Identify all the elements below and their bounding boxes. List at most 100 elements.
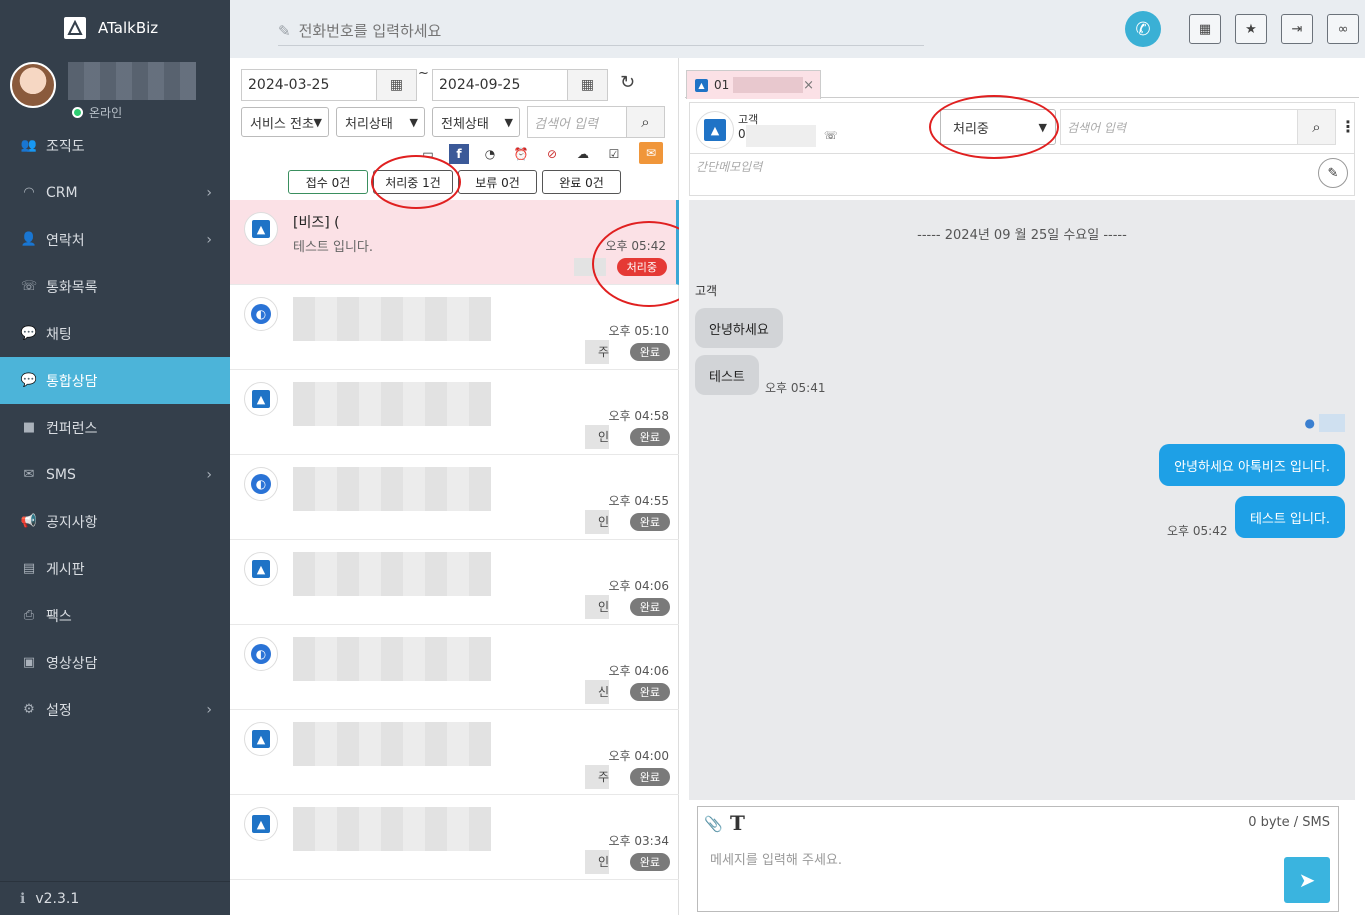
status-hold-button[interactable]: 보류 0건 xyxy=(458,170,537,194)
avatar[interactable] xyxy=(10,62,56,108)
pencil-icon[interactable]: ✎ xyxy=(1318,158,1348,188)
dialpad-button[interactable]: ▦ xyxy=(1189,14,1221,44)
checklist-icon[interactable]: ☑ xyxy=(604,144,624,164)
envelope-icon[interactable]: ✉ xyxy=(639,142,663,164)
voicemail-icon: ∞ xyxy=(1337,21,1349,37)
message-text: 테스트 입니다. xyxy=(1249,511,1330,527)
more-options-icon[interactable]: ⋮ xyxy=(1340,117,1356,136)
sidebar-item-10[interactable]: ⎙ 팩스 xyxy=(0,592,230,639)
sidebar-item-5[interactable]: 💬 통합상담 xyxy=(0,357,230,404)
message-input[interactable]: 메세지를 입력해 주세요. xyxy=(710,849,842,868)
message-composer[interactable]: 📎 T 0 byte / SMS 메세지를 입력해 주세요. ➤ xyxy=(697,806,1339,912)
list-item[interactable]: ◐ 신 오후 04:06 완료 xyxy=(230,625,679,710)
grid-icon: ▦ xyxy=(1198,21,1212,37)
status-received-button[interactable]: 접수 0건 xyxy=(288,170,368,194)
sidebar-item-label: 연락처 xyxy=(46,232,85,249)
facebook-icon[interactable]: f xyxy=(449,144,469,164)
all-status-select[interactable]: 전체상태 ▼ xyxy=(432,107,520,137)
consultation-list: ▲ [비즈] (테스트 입니다. 오후 05:42 처리중 ◐ 주 오후 05:10 완료 ▲ 인… xyxy=(230,200,679,880)
cloud-upload-icon[interactable]: ☁ xyxy=(573,144,593,164)
phone-icon[interactable]: ☏ xyxy=(824,129,838,142)
profile[interactable]: 온라인 xyxy=(0,56,230,122)
blocked-icon[interactable]: ⊘ xyxy=(542,144,562,164)
sidebar-item-2[interactable]: 👤 연락처 › xyxy=(0,216,230,263)
search-icon[interactable]: ⌕ xyxy=(1297,110,1335,144)
paperclip-icon[interactable]: 📎 xyxy=(704,815,723,833)
channel-avatar: ▲ xyxy=(244,807,278,841)
sidebar-item-9[interactable]: ▤ 게시판 xyxy=(0,545,230,592)
redacted-content xyxy=(293,382,491,426)
calendar-icon[interactable]: ▦ xyxy=(567,70,607,100)
list-item-time: 오후 04:06 xyxy=(608,664,669,678)
sidebar-item-label: CRM xyxy=(46,184,78,201)
call-button[interactable]: ✆ xyxy=(1125,11,1161,47)
sidebar-item-12[interactable]: ⚙ 설정 › xyxy=(0,686,230,733)
voicemail-button[interactable]: ∞ xyxy=(1327,14,1359,44)
sidebar-item-label: 통합상담 xyxy=(46,373,98,390)
service-select[interactable]: 서비스 전초 ▼ xyxy=(241,107,329,137)
document-channel-icon[interactable]: ◔ xyxy=(480,144,500,164)
close-icon[interactable]: × xyxy=(803,78,814,93)
message-bubble-incoming: 테스트 xyxy=(695,355,759,395)
favorites-button[interactable]: ★ xyxy=(1235,14,1267,44)
brand[interactable]: ATalkBiz xyxy=(0,0,230,56)
status-done-button[interactable]: 완료 0건 xyxy=(542,170,621,194)
list-item[interactable]: ▲ [비즈] (테스트 입니다. 오후 05:42 처리중 xyxy=(230,200,679,285)
redacted-content xyxy=(293,637,491,681)
chat-tab[interactable]: ▲ 01 × xyxy=(686,70,821,99)
search-icon[interactable]: ⌕ xyxy=(626,107,664,137)
sidebar-item-label: SMS xyxy=(46,466,76,483)
date-from[interactable]: 2024-03-25 ▦ xyxy=(241,69,417,101)
alarm-icon[interactable]: ⏰ xyxy=(511,144,531,164)
online-dot-icon xyxy=(72,107,83,118)
message-text: 안녕하세요 아톡비즈 입니다. xyxy=(1174,459,1330,475)
chat-status-select[interactable]: 처리중 ▼ xyxy=(940,109,1056,145)
list-item-time: 오후 04:06 xyxy=(608,579,669,593)
send-button[interactable]: ➤ xyxy=(1284,857,1330,903)
sidebar-item-7[interactable]: ✉ SMS › xyxy=(0,451,230,498)
phone-number-input[interactable] xyxy=(298,21,899,40)
star-icon: ★ xyxy=(1245,21,1257,37)
process-status-select[interactable]: 처리상태 ▼ xyxy=(336,107,425,137)
sidebar-item-11[interactable]: ▣ 영상상담 xyxy=(0,639,230,686)
refresh-icon[interactable]: ↻ xyxy=(620,72,635,93)
calendar-icon[interactable]: ▦ xyxy=(376,70,416,100)
list-item[interactable]: ▲ 인 오후 03:34 완료 xyxy=(230,795,679,880)
list-item[interactable]: ▲ 인 오후 04:06 완료 xyxy=(230,540,679,625)
list-search[interactable]: 검색어 입력 ⌕ xyxy=(527,106,665,138)
redacted-content xyxy=(293,722,491,766)
memo-field[interactable]: 간단메모입력 ✎ xyxy=(690,153,1354,195)
list-item[interactable]: ◐ 주 오후 05:10 완료 xyxy=(230,285,679,370)
list-item-time: 오후 04:00 xyxy=(608,749,669,763)
sidebar-item-4[interactable]: 💬 채팅 xyxy=(0,310,230,357)
sidebar-menu: 👥 조직도 ◠ CRM › 👤 연락처 › ☏ 통화목록 💬 채팅 💬 통합상담 ■ 컨퍼런스 ✉ SMS › 📢 공지… xyxy=(0,122,230,733)
profile-name-redacted xyxy=(68,62,196,100)
presence-status[interactable]: 온라인 xyxy=(72,104,122,121)
process-status-value: 처리상태 xyxy=(345,116,393,132)
channel-avatar: ▲ xyxy=(244,552,278,586)
list-item[interactable]: ▲ 주 오후 04:00 완료 xyxy=(230,710,679,795)
sidebar-item-8[interactable]: 📢 공지사항 xyxy=(0,498,230,545)
sidebar-item-3[interactable]: ☏ 통화목록 xyxy=(0,263,230,310)
list-item[interactable]: ◐ 인 오후 04:55 완료 xyxy=(230,455,679,540)
sidebar-item-0[interactable]: 👥 조직도 xyxy=(0,122,230,169)
atalk-channel-icon: ▲ xyxy=(252,390,270,408)
atalk-channel-icon: ▲ xyxy=(704,119,726,141)
window-channel-icon[interactable]: ▭ xyxy=(418,144,438,164)
status-processing-button[interactable]: 처리중 1건 xyxy=(373,170,453,194)
chat-search[interactable]: 검색어 입력 ⌕ xyxy=(1060,109,1336,145)
presence-label: 온라인 xyxy=(89,106,123,120)
sidebar-item-6[interactable]: ■ 컨퍼런스 xyxy=(0,404,230,451)
sidebar-item-1[interactable]: ◠ CRM › xyxy=(0,169,230,216)
login-button[interactable]: ⇥ xyxy=(1281,14,1313,44)
date-to[interactable]: 2024-09-25 ▦ xyxy=(432,69,608,101)
sidebar-item-label: 게시판 xyxy=(46,561,85,578)
chat-icon: 💬 xyxy=(20,326,38,341)
list-item[interactable]: ▲ 인 오후 04:58 완료 xyxy=(230,370,679,455)
customer-avatar: ▲ xyxy=(696,111,734,149)
text-format-icon[interactable]: T xyxy=(730,811,745,835)
message-time: 오후 05:41 xyxy=(765,381,826,395)
phone-book-icon: ☏ xyxy=(20,279,38,294)
status-received-label: 접수 0건 xyxy=(305,175,351,190)
sidebar-item-label: 통화목록 xyxy=(46,279,98,296)
